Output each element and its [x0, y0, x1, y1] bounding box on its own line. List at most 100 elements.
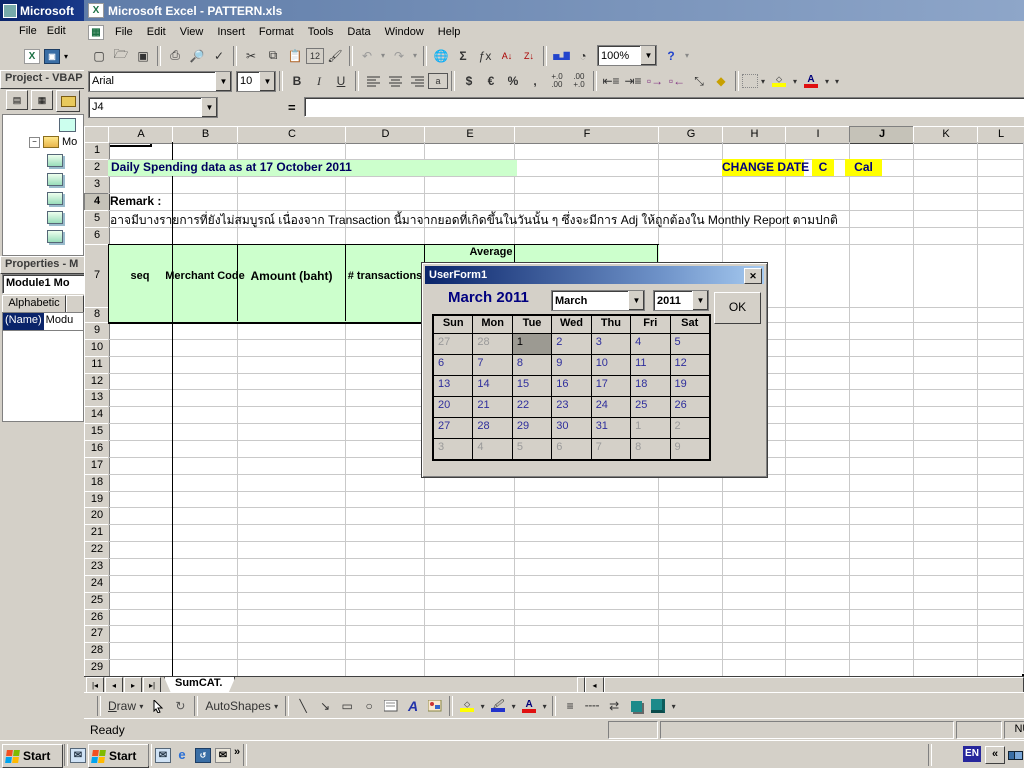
last-sheet-icon[interactable]: ▸| — [143, 677, 161, 693]
align-center-icon[interactable] — [384, 71, 406, 91]
free-rotate-icon[interactable]: ↻ — [169, 696, 191, 716]
print-icon[interactable]: ⎙ — [164, 46, 186, 66]
vba-module-item[interactable] — [47, 173, 83, 186]
italic-button[interactable]: I — [308, 71, 330, 91]
start-button-2[interactable]: Start — [88, 744, 149, 768]
vba-module-item[interactable] — [47, 192, 83, 205]
threed-icon[interactable] — [647, 696, 669, 716]
vba-module-item[interactable] — [47, 211, 83, 224]
column-header-L[interactable]: L — [977, 126, 1024, 144]
prev-sheet-icon[interactable]: ◂ — [105, 677, 123, 693]
excel-menu-insert[interactable]: Insert — [210, 23, 252, 41]
tab-split-handle[interactable] — [577, 677, 585, 693]
calendar-day-22[interactable]: 22 — [512, 396, 551, 417]
zoom-combo[interactable]: 100%▼ — [597, 45, 657, 66]
arrow-style-icon[interactable]: ⇄ — [603, 696, 625, 716]
currency-icon[interactable]: $ — [458, 71, 480, 91]
shadow-icon[interactable] — [625, 696, 647, 716]
line-icon[interactable]: ╲ — [292, 696, 314, 716]
quicklaunch-mail-icon[interactable]: ✉ — [215, 748, 231, 763]
column-header-H[interactable]: H — [722, 126, 787, 144]
tree-collapse-icon[interactable]: − — [29, 137, 40, 148]
add-row-icon[interactable]: ▫→ — [644, 71, 666, 91]
delete-row-icon[interactable]: ▫← — [666, 71, 688, 91]
help-icon[interactable]: ? — [660, 46, 682, 66]
userform-dialog[interactable]: UserForm1 ✕ March 2011 March ▼ 2011 ▼ OK… — [421, 262, 768, 478]
calendar-day-7[interactable]: 7 — [472, 354, 511, 375]
paste-function-icon[interactable]: ƒx — [474, 46, 496, 66]
font-color-dropdown-icon[interactable]: ▾ — [822, 71, 832, 91]
autosum-icon[interactable]: Σ — [452, 46, 474, 66]
dash-style-icon[interactable]: ╌╌ — [581, 696, 603, 716]
tray-language-indicator[interactable]: EN — [963, 746, 981, 762]
column-header-I[interactable]: I — [785, 126, 851, 144]
vba-userform-icon[interactable] — [59, 118, 76, 132]
calendar-day-28[interactable]: 28 — [472, 417, 511, 438]
font-name-dropdown-icon[interactable]: ▼ — [215, 72, 231, 91]
align-left-icon[interactable] — [362, 71, 384, 91]
calendar-day-11[interactable]: 11 — [630, 354, 669, 375]
ok-button[interactable]: OK — [714, 292, 761, 324]
vba-properties-object-combo[interactable]: Module1 Mo — [2, 274, 87, 294]
sort-ascending-icon[interactable]: A↓ — [496, 46, 518, 66]
row-header-7[interactable]: 7 — [84, 244, 110, 309]
draw-font-dropdown-icon[interactable]: ▾ — [540, 696, 549, 716]
fill-color-icon[interactable]: ⬦ — [768, 71, 790, 91]
quicklaunch-outlook-icon[interactable]: ✉ — [70, 748, 86, 763]
paste-special-icon[interactable]: 12 — [306, 48, 324, 64]
oval-icon[interactable]: ○ — [358, 696, 380, 716]
calendar-day-1[interactable]: 1 — [512, 333, 551, 354]
calendar-day-27[interactable]: 27 — [434, 417, 472, 438]
line-style-icon[interactable]: ≡ — [559, 696, 581, 716]
map-icon[interactable]: ◔ — [572, 46, 594, 66]
toggle-folders-icon[interactable] — [56, 90, 80, 112]
name-box-dropdown-icon[interactable]: ▼ — [201, 98, 217, 117]
sheet-tab-sumcat[interactable]: SumCAT. — [164, 677, 235, 693]
draw-fill-color-icon[interactable]: ⬦ — [456, 696, 478, 716]
next-sheet-icon[interactable]: ▸ — [124, 677, 142, 693]
view-code-icon[interactable]: ▤ — [6, 90, 28, 110]
warning-diamond-icon[interactable]: ◆ — [710, 71, 732, 91]
calendar-day-23[interactable]: 23 — [551, 396, 590, 417]
font-color-icon[interactable]: A — [800, 71, 822, 91]
calendar-day-15[interactable]: 15 — [512, 375, 551, 396]
calendar-day-9[interactable]: 9 — [670, 438, 709, 459]
calendar-day-17[interactable]: 17 — [591, 375, 630, 396]
draw-fill-dropdown-icon[interactable]: ▾ — [478, 696, 487, 716]
vba-properties-panel-title[interactable]: Properties - M — [0, 256, 90, 274]
align-right-icon[interactable] — [406, 71, 428, 91]
bold-button[interactable]: B — [286, 71, 308, 91]
column-header-C[interactable]: C — [237, 126, 347, 144]
view-object-icon[interactable]: ▦ — [31, 90, 53, 110]
calendar-day-6[interactable]: 6 — [551, 438, 590, 459]
increase-indent-icon[interactable]: ⇥≡ — [622, 71, 644, 91]
excel-menu-file[interactable]: File — [108, 23, 140, 41]
calendar-day-3[interactable]: 3 — [591, 333, 630, 354]
column-header-K[interactable]: K — [913, 126, 979, 144]
toolbar-options-icon[interactable]: ▾ — [832, 71, 842, 91]
draw-font-color-icon[interactable]: A — [518, 696, 540, 716]
std-options-icon[interactable]: ▾ — [682, 46, 692, 66]
formula-input[interactable] — [304, 97, 1024, 117]
vba-menu-edit[interactable]: Edit — [42, 21, 71, 42]
row-header-29[interactable]: 29 — [84, 659, 110, 676]
calendar-day-5[interactable]: 5 — [512, 438, 551, 459]
c-button[interactable]: C — [812, 159, 834, 176]
fill-color-dropdown-icon[interactable]: ▾ — [790, 71, 800, 91]
excel-menu-edit[interactable]: Edit — [140, 23, 173, 41]
comma-style-icon[interactable]: , — [524, 71, 546, 91]
rectangle-icon[interactable]: ▭ — [336, 696, 358, 716]
redo-icon[interactable]: ↷ — [388, 46, 410, 66]
workbook-icon[interactable]: ▦ — [88, 25, 104, 40]
hyperlink-icon[interactable]: 🌐 — [430, 46, 452, 66]
calendar-day-7[interactable]: 7 — [591, 438, 630, 459]
column-header-E[interactable]: E — [424, 126, 516, 144]
year-dropdown-icon[interactable]: ▼ — [692, 291, 708, 310]
calendar-day-24[interactable]: 24 — [591, 396, 630, 417]
month-dropdown-icon[interactable]: ▼ — [628, 291, 644, 310]
column-header-G[interactable]: G — [658, 126, 724, 144]
autoshapes-menu-button[interactable]: AutoShapes ▾ — [201, 696, 282, 716]
cell-remark-text[interactable]: อาจมีบางรายการที่ยังไม่สมบูรณ์ เนื่องจาก… — [110, 211, 838, 230]
calendar-day-8[interactable]: 8 — [512, 354, 551, 375]
table-header-amount[interactable]: Amount (baht) — [238, 244, 345, 307]
